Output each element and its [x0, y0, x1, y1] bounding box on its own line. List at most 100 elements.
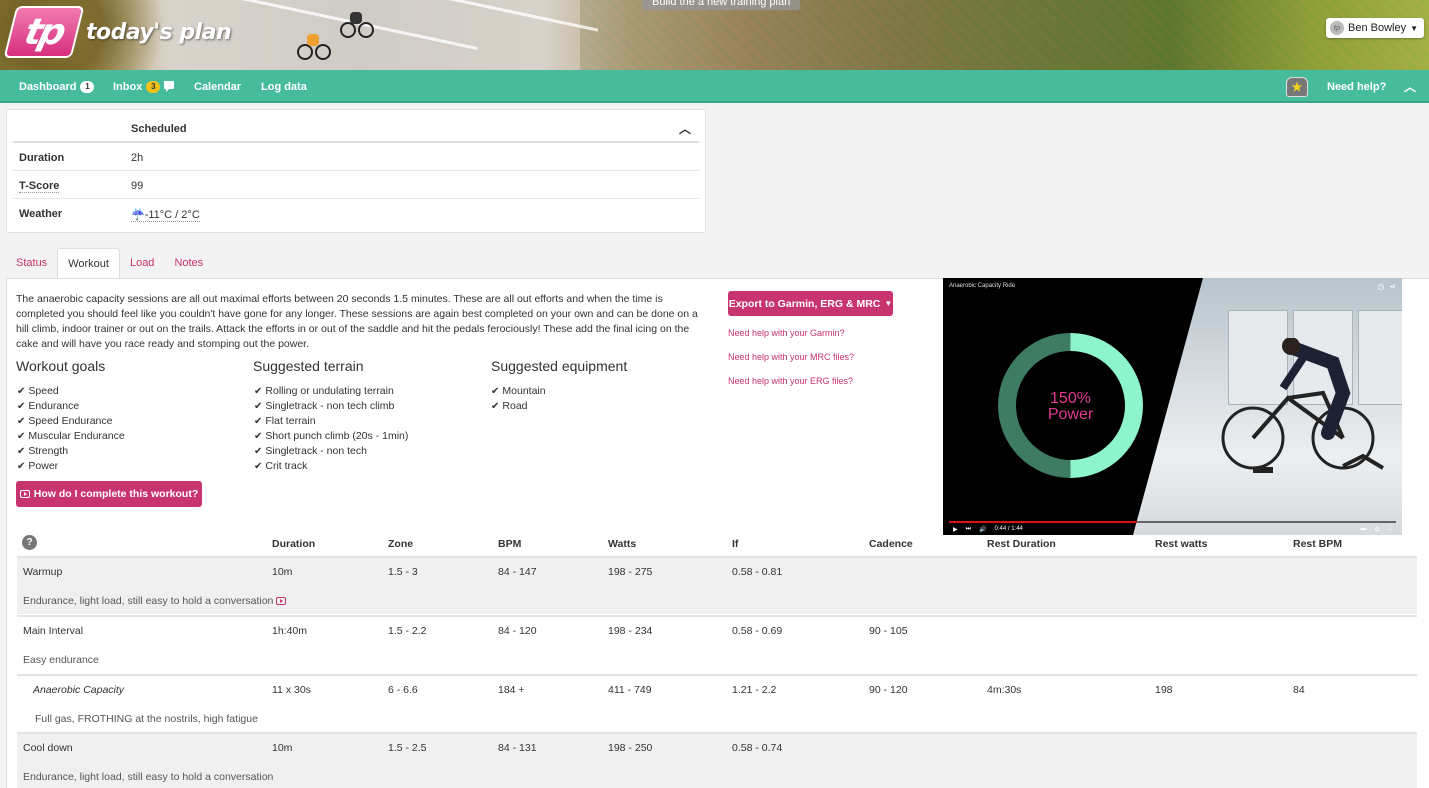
equipment-list: Mountain Road	[491, 384, 545, 414]
user-name: Ben Bowley	[1347, 22, 1407, 34]
share-icon[interactable]: ⋖	[1389, 282, 1396, 291]
interval-row-main[interactable]: Main Interval 1h:40m 1.5 - 2.2 84 - 120 …	[17, 615, 1417, 673]
cyclist-image	[340, 10, 374, 38]
play-icon[interactable]: ▶	[953, 526, 958, 533]
goal-item: Power	[17, 459, 125, 474]
export-label: Export to Garmin, ERG & MRC	[728, 297, 881, 310]
tab-load[interactable]: Load	[120, 248, 164, 279]
interval-bpm: 84 - 120	[498, 625, 537, 637]
nav-label: Calendar	[194, 80, 242, 93]
summary-label: Weather	[19, 208, 63, 220]
tab-notes[interactable]: Notes	[164, 248, 213, 279]
summary-label: Duration	[19, 152, 65, 164]
interval-name: Anaerobic Capacity	[33, 684, 125, 696]
goal-item: Speed Endurance	[17, 414, 125, 429]
user-menu-button[interactable]: tp Ben Bowley ▼	[1325, 18, 1424, 38]
mrc-help-link[interactable]: Need help with your MRC files?	[728, 352, 854, 362]
rain-cloud-icon: ☔	[131, 209, 145, 221]
interval-zone: 1.5 - 2.5	[388, 742, 427, 754]
interval-cadence: 90 - 105	[869, 625, 908, 637]
video-play-icon	[19, 490, 30, 498]
nav-log-data[interactable]: Log data	[261, 70, 307, 103]
interval-rest-watts: 198	[1155, 684, 1173, 696]
jersey-button[interactable]: ★	[1286, 70, 1308, 103]
fullscreen-icon[interactable]: ⛶	[1388, 526, 1392, 533]
build-plan-button[interactable]: Build the a new training plan	[642, 0, 801, 10]
logo-mark: tp	[3, 6, 85, 58]
power-label: Power	[1047, 406, 1094, 423]
how-to-complete-button[interactable]: How do I complete this workout?	[16, 481, 202, 507]
interval-table-header: ? Duration Zone BPM Watts If Cadence Res…	[17, 533, 1417, 555]
interval-watts: 198 - 250	[608, 742, 653, 754]
caret-down-icon: ▼	[1410, 23, 1418, 33]
interval-if: 0.58 - 0.69	[732, 625, 783, 637]
terrain-list: Rolling or undulating terrain Singletrac…	[254, 384, 408, 474]
captions-icon[interactable]: ▬	[1360, 526, 1366, 532]
terrain-item: Flat terrain	[254, 414, 408, 429]
interval-note-text: Endurance, light load, still easy to hol…	[23, 595, 274, 607]
interval-row-anaerobic[interactable]: Anaerobic Capacity 11 x 30s 6 - 6.6 184 …	[17, 674, 1417, 732]
next-icon[interactable]: ⏭	[966, 526, 971, 533]
summary-row-tscore: T-Score 99	[13, 171, 699, 199]
nav-inbox[interactable]: Inbox 3	[113, 70, 175, 103]
logo[interactable]: tp today's plan	[3, 6, 232, 58]
interval-bpm: 84 - 131	[498, 742, 537, 754]
col-rest-duration: Rest Duration	[987, 538, 1056, 550]
video-play-icon[interactable]	[276, 597, 287, 605]
jersey-star-icon: ★	[1286, 76, 1308, 97]
goal-item: Endurance	[17, 399, 125, 414]
settings-icon[interactable]: ⚙	[1374, 526, 1379, 533]
scheduled-column-header: Scheduled	[131, 123, 187, 135]
chevron-up-icon: ︿	[1404, 80, 1417, 94]
goal-item: Speed	[17, 384, 125, 399]
col-duration: Duration	[272, 538, 316, 550]
header-banner: tp today's plan Build the a new training…	[0, 0, 1429, 70]
tab-workout[interactable]: Workout	[57, 248, 120, 279]
interval-name: Warmup	[23, 566, 63, 578]
summary-label[interactable]: T-Score	[19, 180, 60, 193]
interval-if: 0.58 - 0.81	[732, 566, 783, 578]
interval-note: Endurance, light load, still easy to hol…	[23, 771, 274, 783]
video-progress-bar[interactable]	[949, 521, 1396, 523]
interval-duration: 1h:40m	[272, 625, 308, 637]
collapse-nav-button[interactable]: ︿	[1404, 70, 1416, 103]
interval-row-warmup[interactable]: Warmup 10m 1.5 - 3 84 - 147 198 - 275 0.…	[17, 556, 1417, 614]
summary-value: 99	[131, 180, 144, 192]
suggested-terrain-heading: Suggested terrain	[253, 358, 364, 374]
interval-watts: 198 - 275	[608, 566, 653, 578]
summary-row-weather: Weather ☔-11°C / 2°C	[13, 199, 699, 227]
interval-name: Cool down	[23, 742, 73, 754]
erg-help-link[interactable]: Need help with your ERG files?	[728, 376, 853, 386]
summary-header: Scheduled ︿	[13, 110, 699, 143]
interval-duration: 10m	[272, 566, 293, 578]
summary-card: Scheduled ︿ Duration 2h T-Score 99 Weath…	[6, 109, 706, 233]
video-time: 0:44 / 1:44	[994, 526, 1023, 532]
video-controls: ▶ ⏭ 🔊 0:44 / 1:44 ▬ ⚙ ⛶	[953, 525, 1392, 533]
chevron-up-icon[interactable]: ︿	[679, 120, 691, 137]
help-icon[interactable]: ?	[22, 535, 37, 550]
garmin-help-link[interactable]: Need help with your Garmin?	[728, 328, 845, 338]
terrain-item: Crit track	[254, 459, 408, 474]
need-help-link[interactable]: Need help?	[1327, 70, 1386, 103]
interval-row-cooldown[interactable]: Cool down 10m 1.5 - 2.5 84 - 131 198 - 2…	[17, 732, 1417, 788]
workout-goals-list: Speed Endurance Speed Endurance Muscular…	[17, 384, 125, 474]
nav-dashboard[interactable]: Dashboard 1	[19, 70, 95, 103]
terrain-item: Rolling or undulating terrain	[254, 384, 408, 399]
nav-calendar[interactable]: Calendar	[194, 70, 241, 103]
interval-name: Main Interval	[23, 625, 84, 637]
tab-status[interactable]: Status	[6, 248, 57, 279]
weather-value[interactable]: ☔-11°C / 2°C	[131, 208, 200, 222]
interval-zone: 1.5 - 3	[388, 566, 418, 578]
interval-watts: 198 - 234	[608, 625, 653, 637]
workout-video[interactable]: Anaerobic Capacity Ride ◷ ⋖ 150% Power ▶…	[943, 278, 1402, 535]
col-bpm: BPM	[498, 538, 522, 550]
caret-down-icon: ▼	[884, 299, 893, 308]
col-zone: Zone	[388, 538, 414, 550]
nav-label: Inbox	[113, 80, 143, 93]
watch-later-icon[interactable]: ◷	[1377, 282, 1384, 291]
summary-row-duration: Duration 2h	[13, 143, 699, 171]
volume-icon[interactable]: 🔊	[979, 526, 986, 533]
equipment-item: Mountain	[491, 384, 545, 399]
video-scene	[1133, 278, 1402, 535]
export-button[interactable]: Export to Garmin, ERG & MRC ▼	[728, 291, 893, 316]
